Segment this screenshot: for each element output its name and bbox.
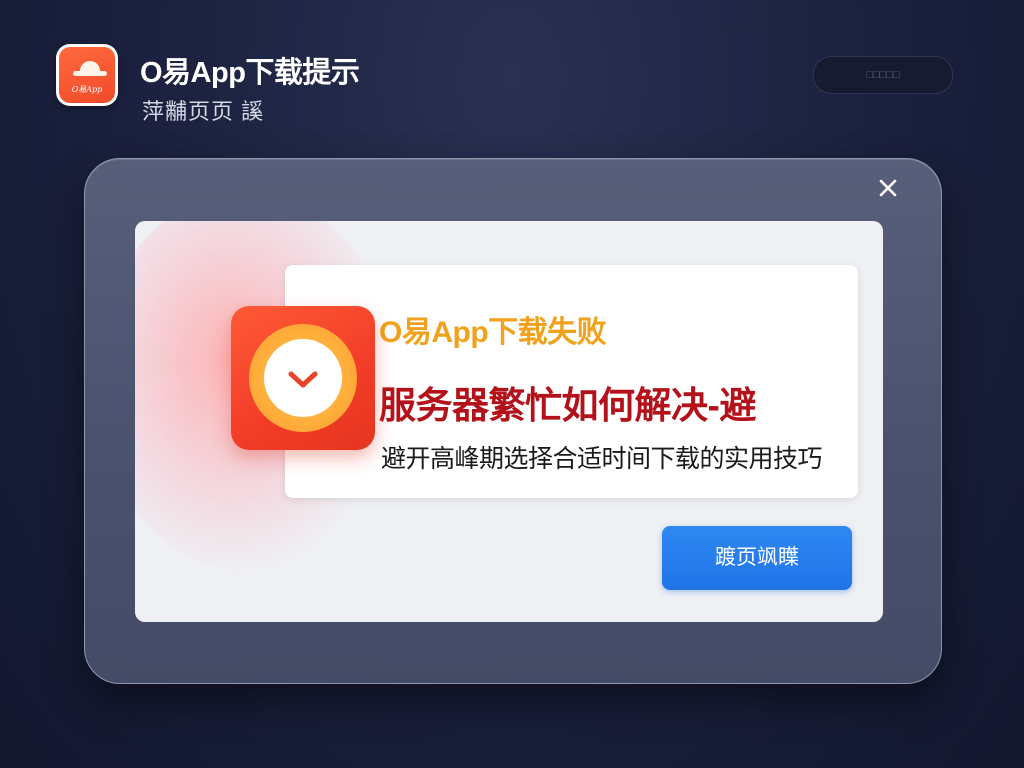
- download-icon: [231, 306, 375, 450]
- logo-text: O易App: [71, 85, 103, 94]
- app-logo-background: O易App: [59, 47, 115, 103]
- top-action-button[interactable]: □□□□□: [813, 56, 953, 94]
- primary-action-button[interactable]: 踱页飒瞸: [662, 526, 852, 590]
- dialog-panel: O易App下载失败 服务器繁忙如何解决-避 避开高峰期选择合适时间下载的实用技巧…: [135, 221, 883, 622]
- page-title: O易App下载提示: [140, 57, 360, 89]
- chevron-down-icon: [288, 371, 318, 388]
- dialog-headline: 服务器繁忙如何解决-避: [379, 385, 756, 426]
- dialog-title: O易App下载失败: [379, 316, 607, 349]
- download-failed-dialog: O易App下载失败 服务器繁忙如何解决-避 避开高峰期选择合适时间下载的实用技巧…: [84, 158, 942, 684]
- download-icon-center: [264, 339, 342, 417]
- close-button[interactable]: [873, 173, 903, 203]
- logo-hat-brim: [73, 71, 107, 76]
- close-icon: [879, 179, 897, 197]
- dialog-subtitle: 避开高峰期选择合适时间下载的实用技巧: [381, 445, 823, 473]
- app-logo: O易App: [56, 44, 118, 106]
- page-subtitle: 萍黼页页 謑: [142, 99, 265, 124]
